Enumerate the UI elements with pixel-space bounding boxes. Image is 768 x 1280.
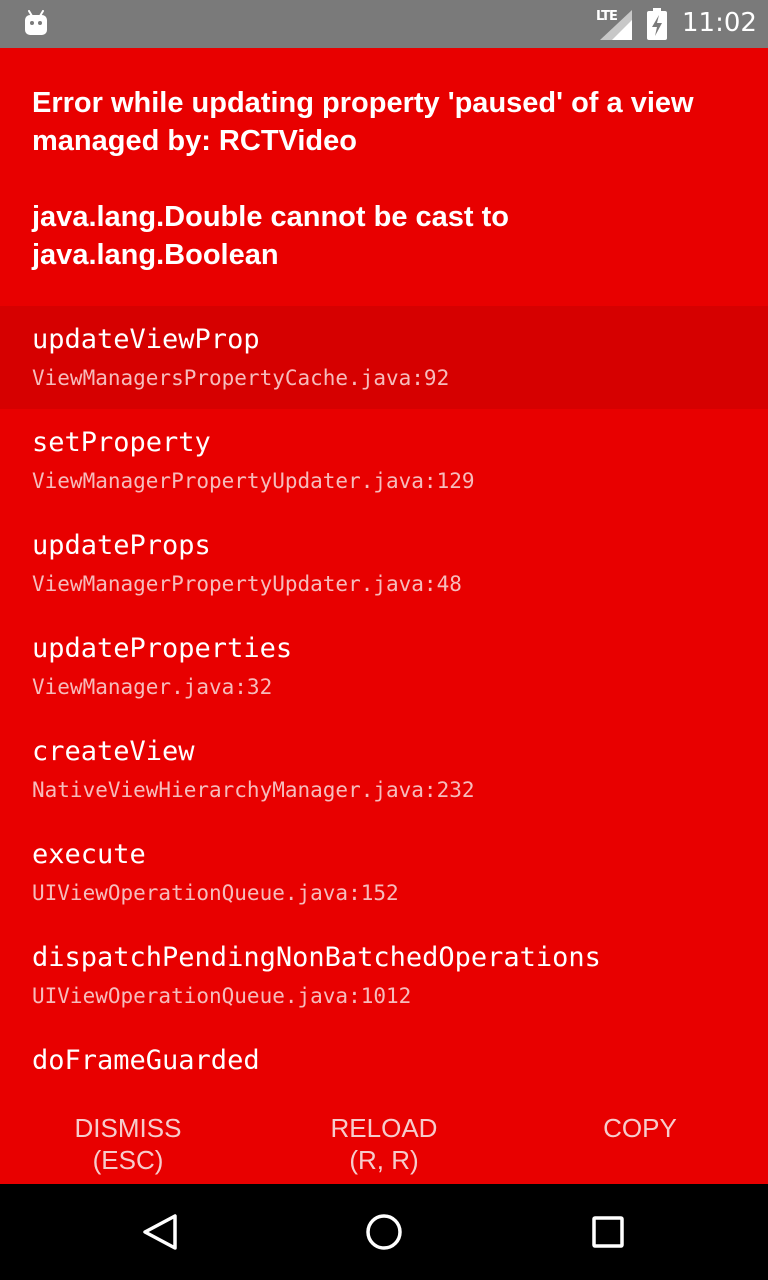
error-message: Error while updating property 'paused' o… (0, 48, 768, 306)
status-clock: 11:02 (682, 8, 757, 38)
stack-frame[interactable]: createView NativeViewHierarchyManager.ja… (0, 718, 768, 821)
android-icon (25, 10, 47, 35)
reload-button-label: RELOAD (330, 1113, 438, 1143)
stack-frame-method: updateProperties (32, 633, 293, 664)
home-circle-icon[interactable] (360, 1208, 408, 1256)
stack-frame-location: UIViewOperationQueue.java:1012 (32, 984, 412, 1008)
reload-button[interactable]: RELOAD (R, R) (256, 1112, 512, 1176)
stack-frame-location: UIViewOperationQueue.java:152 (32, 881, 399, 905)
signal-icon (600, 10, 632, 40)
stack-frame-method: updateViewProp (32, 324, 260, 355)
stack-frame[interactable]: updateProps ViewManagerPropertyUpdater.j… (0, 512, 768, 615)
stack-trace-list[interactable]: updateViewProp ViewManagersPropertyCache… (0, 306, 768, 1076)
stack-frame-location: ViewManagerPropertyUpdater.java:129 (32, 469, 475, 493)
battery-charging-icon (647, 8, 667, 40)
copy-button-label: COPY (603, 1113, 677, 1143)
stack-frame-method: updateProps (32, 530, 211, 561)
dismiss-button-label: DISMISS (74, 1113, 182, 1143)
stack-frame[interactable]: setProperty ViewManagerPropertyUpdater.j… (0, 409, 768, 512)
stack-frame-method: createView (32, 736, 195, 767)
copy-button[interactable]: COPY (512, 1112, 768, 1144)
stack-frame[interactable]: execute UIViewOperationQueue.java:152 (0, 821, 768, 924)
status-bar: LTE 11:02 (0, 0, 768, 48)
reload-button-shortcut: (R, R) (349, 1145, 419, 1175)
stack-frame-method: setProperty (32, 427, 211, 458)
recents-square-icon[interactable] (584, 1208, 632, 1256)
stack-frame[interactable]: updateProperties ViewManager.java:32 (0, 615, 768, 718)
stack-frame[interactable]: dispatchPendingNonBatchedOperations UIVi… (0, 924, 768, 1027)
dismiss-button-shortcut: (ESC) (92, 1145, 164, 1175)
stack-frame-method: execute (32, 839, 146, 870)
stack-frame[interactable]: doFrameGuarded (0, 1027, 768, 1076)
navigation-bar (0, 1184, 768, 1280)
error-title: Error while updating property 'paused' o… (32, 87, 694, 157)
stack-frame-location: NativeViewHierarchyManager.java:232 (32, 778, 475, 802)
error-exception: java.lang.Double cannot be cast to java.… (32, 201, 509, 271)
redbox-error-screen: LTE 11:02 Error while updating property … (0, 0, 768, 1280)
action-button-bar: DISMISS (ESC) RELOAD (R, R) COPY (0, 1096, 768, 1184)
stack-frame-location: ViewManagerPropertyUpdater.java:48 (32, 572, 462, 596)
stack-frame-method: doFrameGuarded (32, 1045, 260, 1076)
stack-frame-location: ViewManagersPropertyCache.java:92 (32, 366, 450, 390)
stack-frame-method: dispatchPendingNonBatchedOperations (32, 942, 601, 973)
stack-frame-location: ViewManager.java:32 (32, 675, 273, 699)
stack-frame[interactable]: updateViewProp ViewManagersPropertyCache… (0, 306, 768, 409)
dismiss-button[interactable]: DISMISS (ESC) (0, 1112, 256, 1176)
back-triangle-icon[interactable] (136, 1208, 184, 1256)
